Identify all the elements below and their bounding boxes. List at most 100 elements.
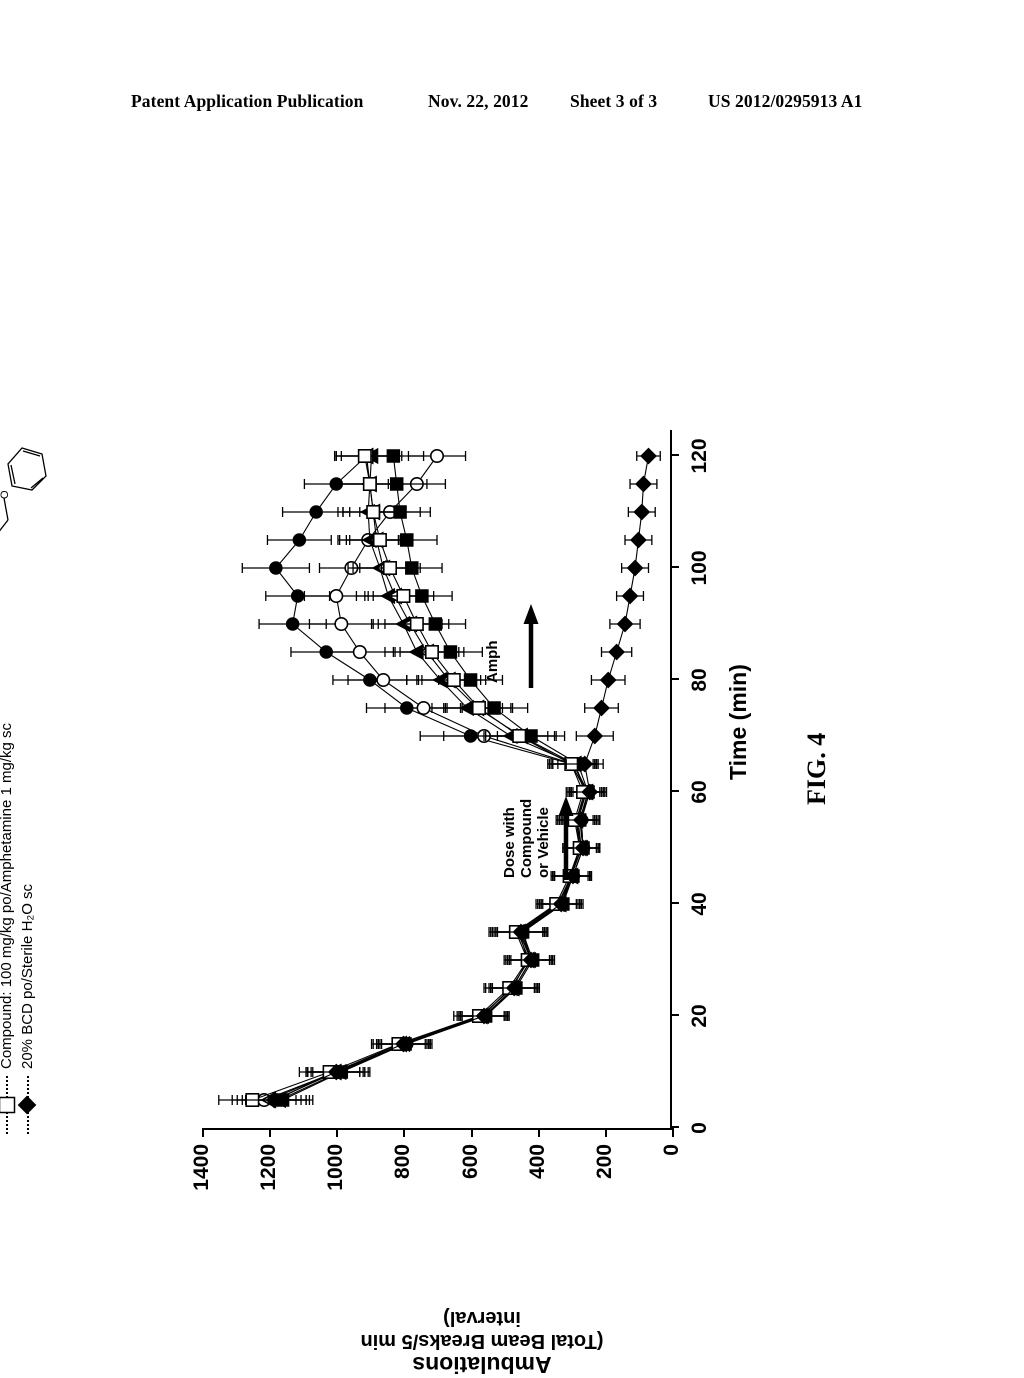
y-axis-tick: [403, 1128, 406, 1137]
y-axis-tick-label: 1400: [190, 1144, 213, 1191]
x-axis-tick-label: 20: [688, 1004, 711, 1028]
chart-series: [241, 447, 661, 1109]
chart-series: [218, 449, 601, 1108]
legend-marker-open-square: [0, 1076, 17, 1134]
series-line: [263, 455, 589, 1101]
data-point-marker: [633, 503, 651, 521]
y-axis-tick-label: 400: [525, 1144, 549, 1180]
x-axis-tick: [670, 1014, 679, 1016]
legend-label: Compound: 100 mg/kg po/Amphetamine 1 mg/…: [0, 722, 16, 1069]
series-line: [282, 455, 589, 1101]
header-date: Nov. 22, 2012: [428, 90, 529, 111]
x-axis-tick: [670, 902, 679, 904]
x-axis-tick-label: 40: [688, 892, 711, 916]
y-axis-tick-label: 0: [660, 1144, 683, 1156]
y-axis-tick: [537, 1128, 540, 1137]
y-axis-tick: [604, 1128, 607, 1137]
chart-series-canvas: [218, 447, 661, 1109]
header-publication-title: Patent Application Publication: [131, 90, 364, 111]
annotation-dose-line2: Compound: [517, 798, 535, 878]
data-point-marker: [409, 617, 424, 632]
annotation-dose: Dose with Compound or Vehicle: [501, 798, 552, 878]
series-line: [273, 455, 650, 1101]
chart-legend: 20% BCD po/Amphetamine 1 mg/kg sc Compou…: [0, 719, 38, 1134]
annotation-dose-line3: or Vehicle: [534, 807, 552, 878]
data-point-marker: [329, 589, 344, 604]
data-point-marker: [372, 533, 387, 548]
header-sheet-number: Sheet 3 of 3: [570, 90, 658, 111]
data-point-marker: [471, 701, 486, 716]
data-point-marker: [430, 449, 445, 464]
data-point-marker: [396, 589, 411, 604]
y-axis-tick: [336, 1128, 339, 1137]
chart-series: [236, 447, 604, 1109]
y-axis-tick: [269, 1128, 272, 1137]
legend-item: Compound: 100 mg/kg po/Amphetamine 1 mg/…: [0, 719, 17, 1134]
data-point-marker: [269, 561, 283, 575]
figure-number: FIG. 4: [802, 732, 831, 805]
data-point-marker: [635, 475, 652, 493]
header-patent-number: US 2012/0295913 A1: [708, 90, 863, 111]
y-axis-tick-label: 200: [592, 1144, 616, 1180]
annotation-dose-arrow-icon: [557, 794, 580, 880]
x-axis-tick-label: 100: [688, 550, 711, 586]
chart-series: [231, 449, 606, 1108]
y-axis-tick: [202, 1128, 204, 1137]
annotation-amph: Amph: [484, 640, 501, 684]
x-axis-tick-label: 0: [688, 1122, 711, 1134]
legend-item: 20% BCD po/Sterile H₂O sc: [17, 719, 38, 1134]
x-axis-title: Time (min): [725, 664, 751, 780]
chart-series: [241, 449, 604, 1107]
data-point-marker: [616, 615, 634, 633]
data-point-marker: [357, 449, 372, 464]
x-axis-tick-label: 120: [688, 438, 711, 474]
chart-series: [248, 447, 603, 1109]
x-axis-tick: [670, 790, 679, 792]
data-point-marker: [309, 505, 323, 519]
data-point-marker: [285, 617, 300, 631]
structure-atom-o2: O: [0, 490, 11, 499]
data-point-marker: [626, 559, 644, 577]
data-point-marker: [416, 701, 431, 716]
y-axis-title: Ambulations (Total Beam Breaks/5 min int…: [332, 1306, 632, 1378]
y-axis-tick: [672, 1128, 674, 1137]
data-point-marker: [383, 561, 398, 576]
series-line: [252, 455, 584, 1101]
patent-header: Patent Application Publication Nov. 22, …: [0, 88, 1024, 114]
data-point-marker: [640, 447, 657, 465]
figure-rotated-canvas: Compound:: [0, 260, 862, 1378]
y-axis-title-main: Ambulations: [412, 1352, 552, 1378]
chart-series: [251, 449, 606, 1107]
chart-plot-area: Dose with Compound or Vehicle Amph 0 20 40…: [190, 430, 711, 1191]
legend-marker-filled-diamond: [17, 1076, 37, 1134]
data-point-marker: [290, 589, 305, 603]
data-point-marker: [630, 531, 647, 549]
data-point-marker: [608, 643, 625, 661]
y-axis-tick-label: 1200: [257, 1144, 281, 1191]
series-line: [278, 455, 586, 1101]
data-point-marker: [424, 645, 439, 660]
x-axis-tick: [670, 678, 679, 680]
data-point-marker: [512, 729, 527, 744]
x-axis-tick: [670, 566, 679, 568]
y-axis-title-sub: (Total Beam Breaks/5 min interval): [360, 1306, 604, 1352]
y-axis-tick-label: 800: [391, 1144, 415, 1180]
data-point-marker: [446, 673, 461, 688]
legend-label: 20% BCD po/Sterile H₂O sc: [18, 883, 36, 1069]
x-axis-tick: [670, 454, 679, 456]
data-point-marker: [586, 727, 604, 745]
data-point-marker: [599, 671, 617, 689]
series-line: [275, 455, 587, 1101]
data-point-marker: [362, 477, 377, 492]
data-point-marker: [334, 617, 349, 632]
annotation-amph-arrow-icon: [522, 602, 545, 688]
data-point-marker: [621, 587, 639, 605]
y-axis-tick-label: 600: [458, 1144, 482, 1180]
y-axis-tick: [470, 1128, 473, 1137]
x-axis-tick-label: 60: [688, 780, 711, 804]
data-point-marker: [292, 533, 307, 547]
data-point-marker: [593, 699, 610, 717]
annotation-dose-line1: Dose with: [501, 807, 518, 878]
y-axis-tick-label: 1000: [324, 1144, 348, 1191]
series-line: [268, 455, 587, 1101]
